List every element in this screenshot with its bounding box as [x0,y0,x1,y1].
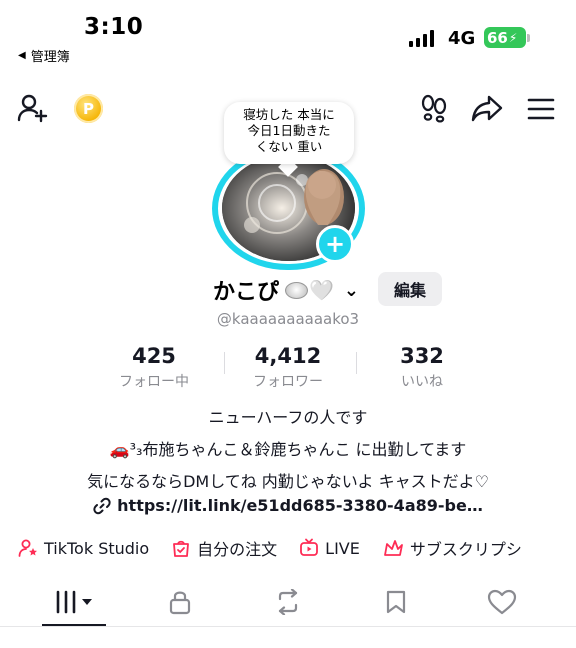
stat-followers[interactable]: 4,412 フォロワー [218,344,358,391]
tiktok-studio-button[interactable]: TikTok Studio [18,536,149,560]
footprints-icon [421,94,447,123]
bio-link[interactable]: https://lit.link/e51dd685-3380-4a89-be… [0,496,576,515]
note-line: 寝坊した 本当に [243,107,335,122]
status-time: 3:10 [84,14,144,40]
tabs-divider [0,626,576,627]
display-name: かこぴ [213,280,280,305]
stat-value: 4,412 [254,344,322,368]
note-line: くない 重い [255,139,323,154]
menu-button[interactable] [525,95,557,123]
name-emoji: 🤍 [285,278,334,302]
tab-liked[interactable] [482,587,522,617]
tv-icon [300,538,319,556]
shortcut-row: TikTok Studio 自分の注文 LIVE サブスクリプシ [18,536,522,560]
tab-videos[interactable] [52,587,98,617]
link-icon [93,497,111,514]
share-arrow-icon [471,95,503,122]
grid-icon [56,590,92,614]
note-line: 今日1日動きた [247,123,331,138]
network-type: 4G [448,28,476,49]
person-star-icon [18,539,37,557]
back-app-label: 管理簿 [30,50,70,65]
username: @kaaaaaaaaaako3 [216,310,360,328]
add-story-button[interactable]: + [316,225,354,263]
subscription-icon [383,540,403,556]
stat-label: いいね [401,374,443,390]
battery-cap [527,34,530,42]
shortcut-label: サブスクリプシ [409,540,522,559]
lock-icon [169,591,191,615]
stat-label: フォロワー [253,374,323,390]
display-name-row[interactable]: かこぴ 🤍 ⌄ [213,274,359,306]
share-profile-button[interactable] [470,92,504,124]
repost-icon [278,589,298,615]
shortcut-label: 自分の注文 [197,540,278,559]
add-person-icon [17,94,48,123]
profile-note-bubble[interactable]: 寝坊した 本当に 今日1日動きた くない 重い [224,102,354,164]
my-orders-button[interactable]: 自分の注文 [171,536,277,560]
signal-strength-icon [409,30,434,47]
bookmark-icon [386,590,406,614]
tab-favorites[interactable] [376,587,416,617]
bio-link-text: https://lit.link/e51dd685-3380-4a89-be… [117,496,483,515]
rice-bowl-icon [285,281,309,299]
stat-label: フォロー中 [119,374,189,390]
edit-profile-button[interactable]: 編集 [378,272,442,306]
back-triangle-icon: ◀ [18,50,26,61]
hamburger-menu-icon [527,98,555,120]
live-button[interactable]: LIVE [299,536,360,560]
stat-value: 332 [400,344,444,368]
charging-bolt-icon: ⚡ [508,30,518,45]
stat-likes[interactable]: 332 いいね [352,344,492,391]
subscription-button[interactable]: サブスクリプシ [382,536,522,560]
tab-private[interactable] [160,587,200,617]
profile-views-button[interactable] [418,92,450,124]
coin-icon: P [83,99,94,118]
shortcut-label: TikTok Studio [44,538,150,558]
white-heart-icon: 🤍 [309,278,334,302]
stat-value: 425 [132,344,176,368]
battery-level: 66 [487,28,508,47]
tab-reposts[interactable] [268,587,308,617]
chevron-down-icon: ⌄ [343,279,360,301]
heart-icon [487,589,517,615]
shortcut-label: LIVE [325,538,360,558]
add-friend-button[interactable] [16,92,52,124]
battery-indicator: 66 ⚡ [484,27,526,48]
stat-following[interactable]: 425 フォロー中 [84,344,224,391]
plus-icon: + [324,230,346,258]
back-to-app-button[interactable]: ◀ 管理簿 [18,46,70,65]
bio-line: 気になるならDMしてね 内勤じゃないよ キャストだよ♡ [87,472,489,491]
coin-rewards-button[interactable]: P [74,94,103,123]
bio-line: 🚗³₃布施ちゃんこ＆鈴鹿ちゃんこ に出勤してます [109,440,467,459]
active-tab-indicator [42,624,106,626]
order-bag-icon [173,540,190,557]
bio-line: ニューハーフの人です [208,408,368,427]
